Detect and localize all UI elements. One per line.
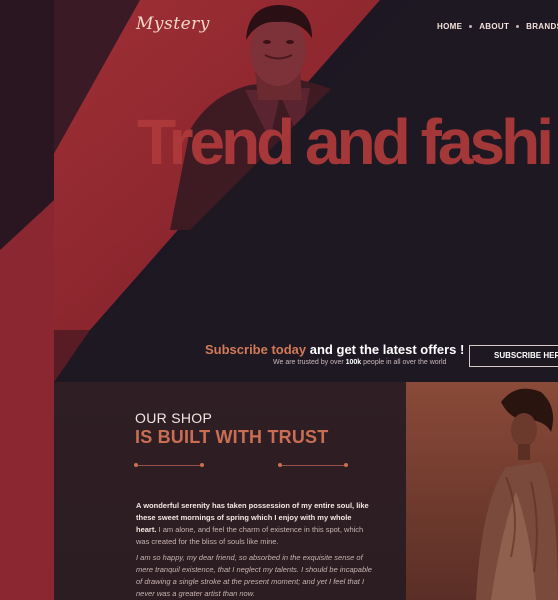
divider-line-right [280, 465, 346, 466]
subscribe-sub-suffix: people in all over the world [361, 359, 447, 366]
subscribe-sub-count: 100k [345, 359, 362, 366]
divider-dot [344, 463, 348, 467]
shop-title: IS BUILT WITH TRUST [135, 427, 329, 447]
brand-logo[interactable]: Mystery [136, 14, 210, 34]
our-shop-section: OUR SHOP IS BUILT WITH TRUST A wonderful… [0, 382, 558, 600]
divider-dot [200, 463, 204, 467]
hero-headline: Trend and fashi [137, 106, 554, 178]
main-nav: HOME ABOUT BRANDS S [437, 22, 558, 31]
subscribe-sub-prefix: We are trusted by over [273, 359, 346, 366]
subscribe-rest: get the latest offers ! [332, 342, 465, 357]
left-strip-red [0, 0, 54, 382]
divider-dot [134, 463, 138, 467]
shop-left-strip [0, 382, 54, 600]
subscribe-heading: Subscribe today and get the latest offer… [205, 342, 464, 357]
shop-paragraph-1: A wonderful serenity has taken possessio… [136, 500, 372, 548]
subscribe-button[interactable]: SUBSCRIBE HERE [469, 345, 558, 367]
nav-item-about[interactable]: ABOUT [479, 22, 509, 31]
nav-separator-dot [516, 25, 520, 28]
nav-item-brands[interactable]: BRANDS [526, 22, 558, 31]
page: Mystery HOME ABOUT BRANDS S Trend and fa… [0, 0, 558, 600]
shop-model-photo [406, 382, 558, 600]
subscribe-subtext: We are trusted by over 100k people in al… [273, 359, 446, 366]
shop-kicker: OUR SHOP [135, 410, 213, 426]
hero-section: Mystery HOME ABOUT BRANDS S Trend and fa… [0, 0, 558, 382]
divider-line-left [136, 465, 202, 466]
shop-paragraph-2: I am so happy, my dear friend, so absorb… [136, 553, 372, 598]
shop-photo-image [406, 382, 558, 600]
hero-dark-overlay [0, 0, 558, 382]
shop-paragraph-1-rest: I am alone, and feel the charm of existe… [136, 525, 364, 546]
subscribe-and: and [309, 342, 333, 357]
subscribe-accent: Subscribe today [205, 342, 307, 357]
nav-item-home[interactable]: HOME [437, 22, 462, 31]
divider-dot [278, 463, 282, 467]
nav-separator-dot [469, 25, 473, 28]
